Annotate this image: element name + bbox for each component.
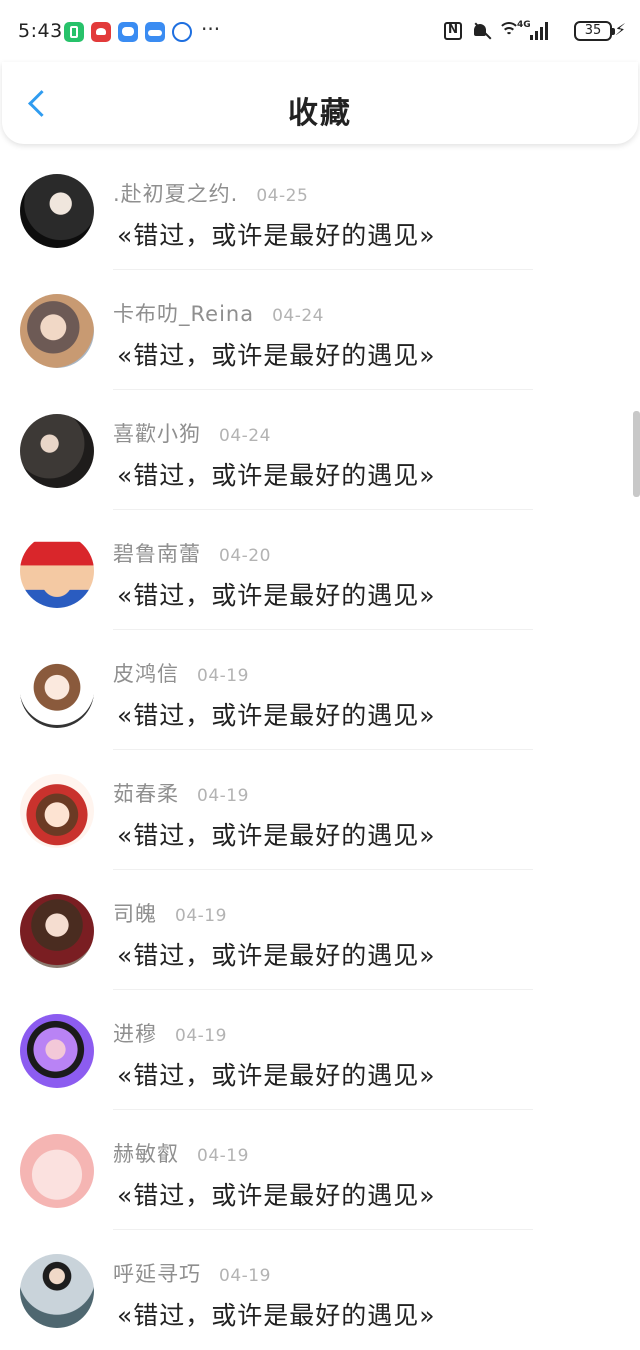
list-item[interactable]: 碧鲁南蕾 04-20 «错过，或许是最好的遇见» [0, 510, 640, 630]
avatar [20, 1134, 94, 1208]
item-title: «错过，或许是最好的遇见» [117, 941, 436, 970]
app-notification-icon [64, 22, 84, 42]
huawei-app-icon [91, 22, 111, 42]
item-date: 04-19 [219, 1266, 271, 1286]
status-time: 5:43 [18, 20, 63, 42]
avatar [20, 774, 94, 848]
list-item[interactable]: 进穆 04-19 «错过，或许是最好的遇见» [0, 990, 640, 1110]
list-item[interactable]: 司魄 04-19 «错过，或许是最好的遇见» [0, 870, 640, 990]
avatar [20, 1254, 94, 1328]
item-title: «错过，或许是最好的遇见» [117, 581, 436, 610]
item-username: 赫敏叡 04-19 [113, 1142, 249, 1166]
item-title: «错过，或许是最好的遇见» [117, 1301, 436, 1330]
item-title: «错过，或许是最好的遇见» [117, 221, 436, 250]
item-date: 04-24 [272, 306, 324, 326]
message-app-icon [118, 22, 138, 42]
status-bar: 5:43 ··· 4G 35 ⚡ [0, 0, 640, 62]
item-date: 04-19 [197, 1146, 249, 1166]
avatar [20, 1014, 94, 1088]
item-date: 04-25 [256, 186, 309, 206]
alipay-app-icon [172, 22, 192, 42]
avatar [20, 294, 94, 368]
item-date: 04-20 [219, 546, 271, 566]
list-item[interactable]: 皮鸿信 04-19 «错过，或许是最好的遇见» [0, 630, 640, 750]
list-item[interactable]: 喜歡小狗 04-24 «错过，或许是最好的遇见» [0, 390, 640, 510]
list-item[interactable]: .赴初夏之约. 04-25 «错过，或许是最好的遇见» [0, 150, 640, 270]
nfc-icon [444, 22, 462, 40]
status-icons: 4G [444, 18, 548, 44]
more-notifications-icon: ··· [201, 17, 221, 41]
cloud-app-icon [145, 22, 165, 42]
item-username: 卡布叻_Reina 04-24 [113, 302, 324, 326]
item-title: «错过，或许是最好的遇见» [117, 1061, 436, 1090]
list-item[interactable]: 卡布叻_Reina 04-24 «错过，或许是最好的遇见» [0, 270, 640, 390]
avatar [20, 174, 94, 248]
nav-bar: 收藏 [2, 62, 638, 144]
list-item[interactable]: 呼延寻巧 04-19 «错过，或许是最好的遇见» [0, 1230, 640, 1350]
item-date: 04-19 [197, 666, 249, 686]
item-title: «错过，或许是最好的遇见» [117, 701, 436, 730]
item-date: 04-19 [175, 1026, 227, 1046]
list-item[interactable]: 茹春柔 04-19 «错过，或许是最好的遇见» [0, 750, 640, 870]
avatar [20, 894, 94, 968]
item-username: 茹春柔 04-19 [113, 782, 249, 806]
page-title: 收藏 [288, 96, 352, 131]
item-username: .赴初夏之约. 04-25 [113, 182, 309, 206]
avatar [20, 414, 94, 488]
item-title: «错过，或许是最好的遇见» [117, 821, 436, 850]
avatar [20, 534, 94, 608]
list-item[interactable]: 赫敏叡 04-19 «错过，或许是最好的遇见» [0, 1110, 640, 1230]
mute-bell-icon [472, 22, 488, 40]
item-date: 04-24 [219, 426, 271, 446]
item-username: 碧鲁南蕾 04-20 [113, 542, 271, 566]
item-date: 04-19 [197, 786, 249, 806]
item-title: «错过，或许是最好的遇见» [117, 341, 436, 370]
avatar [20, 654, 94, 728]
network-type-label: 4G [517, 20, 531, 30]
item-username: 呼延寻巧 04-19 [113, 1262, 271, 1286]
item-username: 喜歡小狗 04-24 [113, 422, 271, 446]
item-username: 皮鸿信 04-19 [113, 662, 249, 686]
item-title: «错过，或许是最好的遇见» [117, 1181, 436, 1210]
item-username: 进穆 04-19 [113, 1022, 227, 1046]
cell-signal-icon: 4G [517, 20, 548, 40]
battery-icon: 35 [574, 21, 615, 41]
item-date: 04-19 [175, 906, 227, 926]
scrollbar-thumb[interactable] [633, 411, 640, 497]
item-username: 司魄 04-19 [113, 902, 227, 926]
charging-icon: ⚡ [614, 20, 626, 39]
item-title: «错过，或许是最好的遇见» [117, 461, 436, 490]
